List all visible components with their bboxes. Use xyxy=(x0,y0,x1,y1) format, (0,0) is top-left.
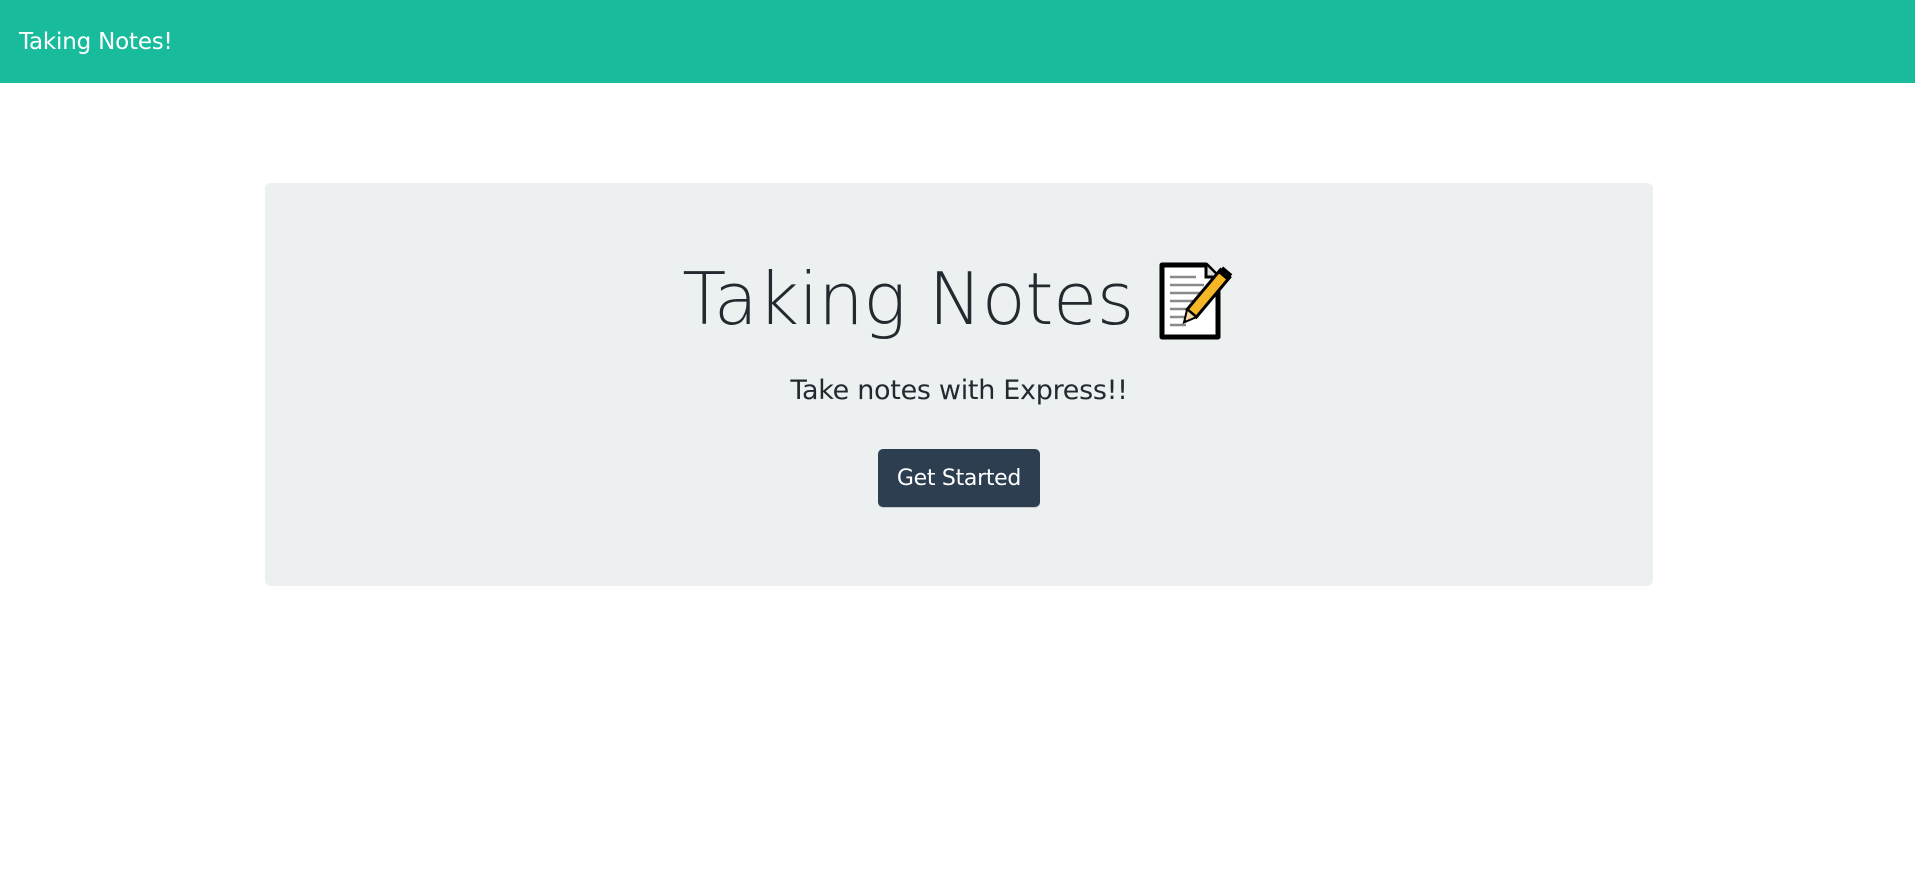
page-title-text: Taking Notes xyxy=(682,257,1134,341)
hero-subtitle: Take notes with Express!! xyxy=(790,375,1128,406)
top-navbar: Taking Notes! xyxy=(0,0,1915,83)
hero-panel: Taking Notes Take notes with Express!! G… xyxy=(265,183,1653,586)
get-started-button[interactable]: Get Started xyxy=(878,449,1040,507)
page-title: Taking Notes xyxy=(265,257,1653,341)
navbar-brand-link[interactable]: Taking Notes! xyxy=(19,29,173,55)
memo-icon xyxy=(1156,261,1236,341)
